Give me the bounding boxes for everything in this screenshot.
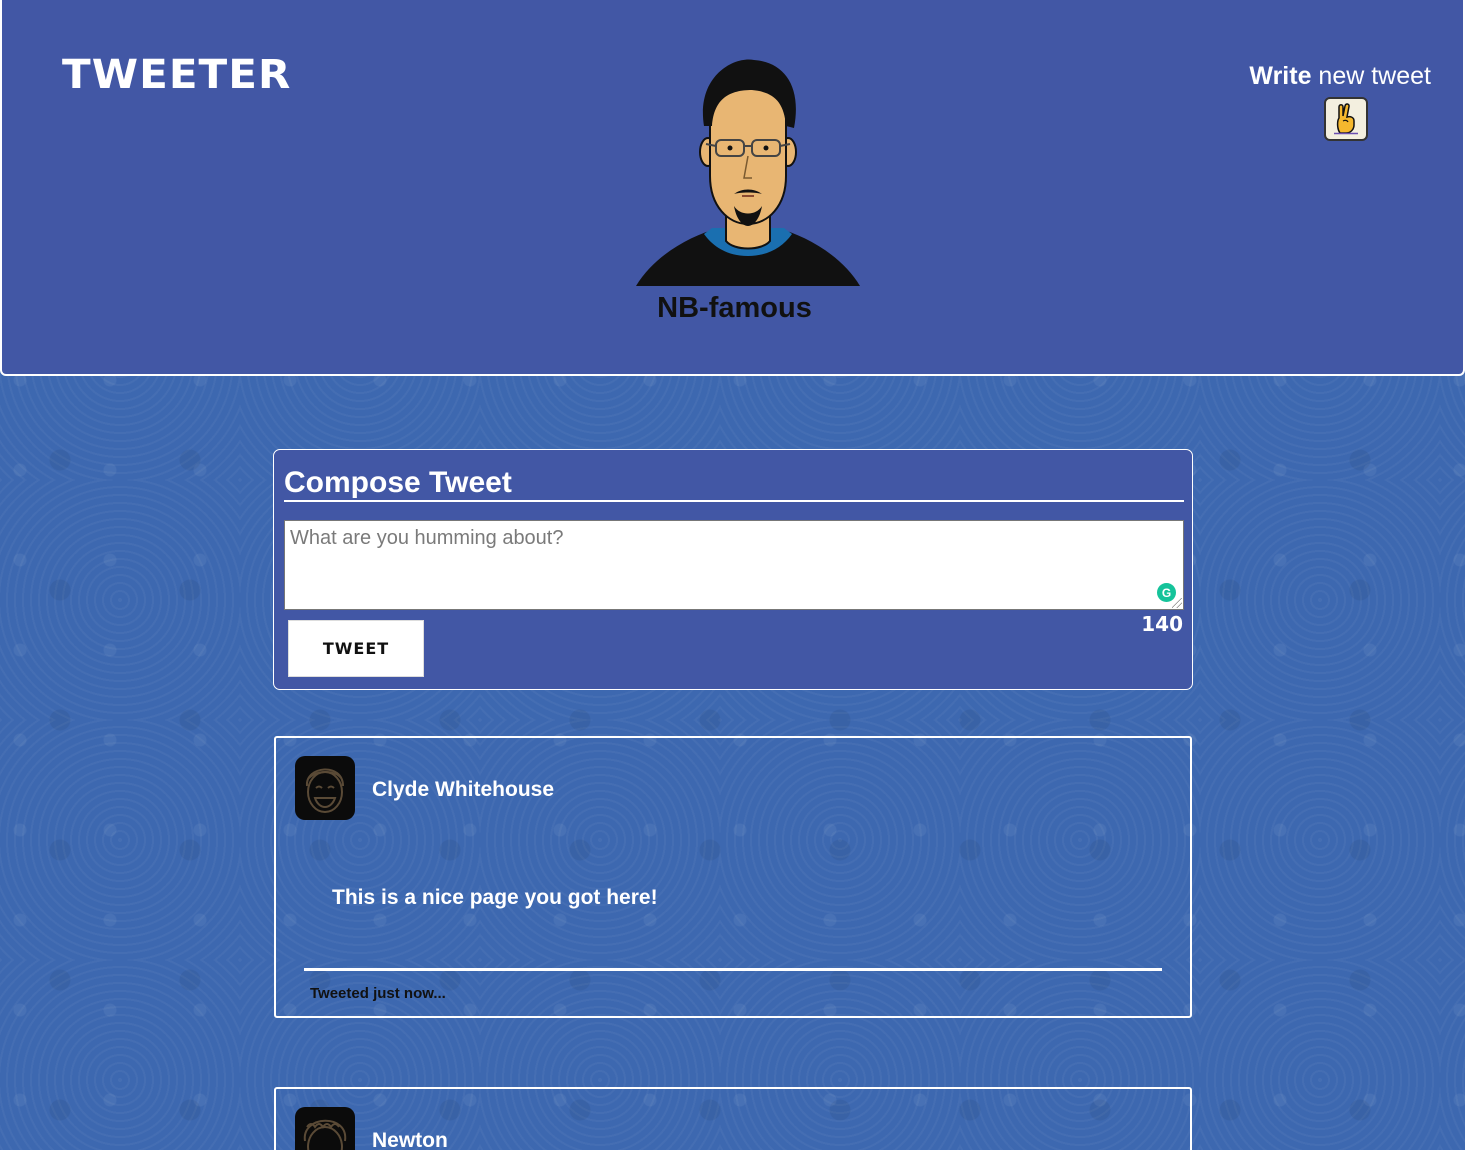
write-new-tweet-button[interactable] bbox=[1324, 97, 1368, 141]
tweet-card: Clyde Whitehouse This is a nice page you… bbox=[274, 736, 1192, 1018]
profile-name: NB-famous bbox=[657, 292, 812, 324]
tweet-author-avatar bbox=[295, 756, 355, 820]
compose-tweet-panel: Compose Tweet G TWEET 140 bbox=[273, 449, 1193, 690]
tweet-textarea[interactable] bbox=[284, 520, 1184, 610]
tweet-author-name[interactable]: Clyde Whitehouse bbox=[372, 778, 554, 802]
write-label-rest: new tweet bbox=[1311, 62, 1431, 90]
write-label-bold: Write bbox=[1249, 62, 1312, 90]
site-header: TWEETER NB-famous Write new tweet bbox=[0, 0, 1465, 376]
site-logo: TWEETER bbox=[62, 52, 292, 98]
tweet-author-avatar bbox=[295, 1107, 355, 1150]
compose-title: Compose Tweet bbox=[284, 466, 512, 499]
tweet-author-name[interactable]: Newton bbox=[372, 1129, 448, 1150]
tweet-divider bbox=[304, 968, 1162, 971]
tweet-card: Newton bbox=[274, 1087, 1192, 1150]
write-new-tweet-link[interactable]: Write new tweet bbox=[1249, 62, 1431, 91]
tweet-body: This is a nice page you got here! bbox=[332, 886, 658, 909]
resize-handle[interactable] bbox=[1172, 598, 1182, 608]
compose-divider bbox=[284, 500, 1184, 502]
character-counter: 140 bbox=[1141, 612, 1183, 636]
tweet-timestamp: Tweeted just now... bbox=[310, 985, 446, 1002]
tweet-submit-button[interactable]: TWEET bbox=[288, 620, 424, 677]
profile-avatar bbox=[634, 56, 862, 286]
victory-hand-icon bbox=[1334, 103, 1358, 135]
